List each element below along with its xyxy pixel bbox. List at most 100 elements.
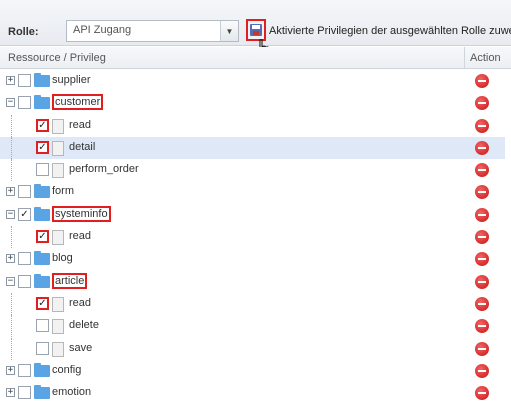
delete-icon[interactable] bbox=[475, 341, 489, 356]
tree-node-label: read bbox=[69, 296, 92, 309]
tree-node-label: article bbox=[52, 272, 88, 289]
tree-node-label: blog bbox=[52, 252, 73, 265]
privilege-checkbox[interactable] bbox=[36, 163, 49, 177]
tree-node-label: read bbox=[69, 230, 92, 243]
folder-icon bbox=[34, 95, 50, 110]
tree-node-resource[interactable]: + config bbox=[0, 360, 505, 382]
role-label: Rolle: bbox=[8, 26, 39, 38]
folder-icon bbox=[34, 273, 50, 288]
privilege-checkbox[interactable]: ✓ bbox=[18, 207, 31, 221]
collapse-icon[interactable]: − bbox=[6, 98, 15, 108]
delete-icon[interactable] bbox=[475, 274, 489, 289]
tree-node-privilege[interactable]: ✓ read bbox=[0, 292, 505, 315]
expand-icon[interactable]: + bbox=[6, 187, 15, 197]
delete-icon[interactable] bbox=[475, 96, 489, 111]
tree-node-label: emotion bbox=[52, 386, 92, 399]
role-select-value: API Zugang bbox=[73, 24, 132, 36]
tree-connector-line bbox=[11, 159, 12, 182]
tree-node-label: systeminfo bbox=[52, 205, 111, 222]
tree-node-privilege[interactable]: save bbox=[0, 337, 505, 360]
tree-node-label: delete bbox=[69, 319, 99, 332]
privilege-checkbox[interactable] bbox=[18, 185, 31, 199]
folder-icon bbox=[34, 206, 50, 221]
delete-icon[interactable] bbox=[475, 118, 489, 133]
privilege-checkbox[interactable]: ✓ bbox=[36, 118, 49, 132]
delete-icon[interactable] bbox=[475, 185, 489, 200]
expand-icon[interactable]: + bbox=[6, 76, 15, 85]
page-icon bbox=[52, 296, 64, 312]
privilege-checkbox[interactable]: ✓ bbox=[36, 296, 49, 310]
delete-icon[interactable] bbox=[475, 296, 489, 311]
tree-connector-line bbox=[11, 292, 12, 315]
tree-node-label: detail bbox=[69, 140, 96, 153]
page-icon bbox=[52, 140, 64, 156]
column-divider bbox=[464, 47, 465, 69]
tree-connector-line bbox=[11, 114, 12, 137]
delete-icon[interactable] bbox=[475, 363, 489, 378]
collapse-icon[interactable]: − bbox=[6, 276, 15, 286]
delete-icon[interactable] bbox=[475, 230, 489, 245]
folder-icon bbox=[34, 362, 50, 377]
column-header-resource[interactable]: Ressource / Privileg bbox=[8, 52, 106, 64]
collapse-icon[interactable]: − bbox=[6, 209, 15, 219]
tree-node-label: supplier bbox=[52, 74, 91, 86]
tree-connector-line bbox=[11, 337, 12, 360]
tree-node-resource[interactable]: + supplier bbox=[0, 70, 505, 92]
folder-icon bbox=[34, 251, 50, 266]
folder-icon bbox=[34, 184, 50, 199]
privilege-checkbox[interactable]: ✓ bbox=[36, 230, 49, 244]
privilege-checkbox[interactable] bbox=[18, 74, 31, 87]
tree-node-privilege[interactable]: delete bbox=[0, 315, 505, 338]
delete-icon[interactable] bbox=[475, 252, 489, 267]
tree-node-label: config bbox=[52, 363, 82, 376]
expand-icon[interactable]: + bbox=[6, 254, 15, 264]
page-icon bbox=[52, 319, 64, 335]
column-header-action[interactable]: Action bbox=[470, 52, 501, 64]
page-icon bbox=[52, 163, 64, 179]
privilege-checkbox[interactable] bbox=[18, 274, 31, 288]
privilege-checkbox[interactable] bbox=[18, 363, 31, 377]
tree-node-resource[interactable]: + blog bbox=[0, 248, 505, 270]
tree-node-privilege[interactable]: perform_order bbox=[0, 159, 505, 182]
tree-node-resource[interactable]: − customer bbox=[0, 92, 505, 114]
privilege-checkbox[interactable]: ✓ bbox=[36, 140, 49, 154]
privilege-tree: + supplier − customer ✓ read ✓ detail perform_or… bbox=[0, 70, 511, 404]
save-hint-text: Aktivierte Privilegien der ausgewählten … bbox=[269, 25, 511, 37]
tree-node-label: read bbox=[69, 118, 92, 131]
tree-node-resource[interactable]: − article bbox=[0, 271, 505, 293]
tree-node-resource[interactable]: + form bbox=[0, 181, 505, 203]
tree-node-label: customer bbox=[52, 94, 104, 111]
expand-icon[interactable]: + bbox=[6, 365, 15, 375]
role-select[interactable]: API Zugang ▼ bbox=[66, 20, 239, 42]
tree-node-resource[interactable]: + emotion bbox=[0, 382, 505, 404]
privilege-checkbox[interactable] bbox=[18, 386, 31, 400]
tree-node-label: form bbox=[52, 185, 74, 198]
save-button[interactable] bbox=[246, 19, 266, 41]
delete-icon[interactable] bbox=[475, 319, 489, 334]
tree-connector-line bbox=[11, 136, 12, 159]
grid-header: Ressource / Privileg Action bbox=[0, 47, 511, 69]
page-icon bbox=[52, 341, 64, 357]
tree-node-privilege[interactable]: ✓ read bbox=[0, 226, 505, 249]
delete-icon[interactable] bbox=[475, 207, 489, 222]
expand-icon[interactable]: + bbox=[6, 388, 15, 398]
folder-icon bbox=[34, 385, 50, 400]
tree-node-resource[interactable]: − ✓ systeminfo bbox=[0, 204, 505, 226]
tree-node-privilege[interactable]: ✓ read bbox=[0, 114, 505, 137]
chevron-down-icon[interactable]: ▼ bbox=[220, 21, 238, 41]
privilege-checkbox[interactable] bbox=[18, 252, 31, 266]
delete-icon[interactable] bbox=[475, 386, 489, 401]
page-icon bbox=[52, 118, 64, 134]
delete-icon[interactable] bbox=[475, 74, 489, 88]
toolbar: Rolle: API Zugang ▼ Aktivierte Privilegi… bbox=[0, 0, 511, 59]
tree-node-privilege[interactable]: ✓ detail bbox=[0, 136, 505, 160]
page-icon bbox=[52, 230, 64, 246]
tree-connector-line bbox=[11, 226, 12, 249]
privilege-checkbox[interactable] bbox=[18, 96, 31, 110]
delete-icon[interactable] bbox=[475, 163, 489, 178]
privilege-checkbox[interactable] bbox=[36, 319, 49, 333]
privilege-checkbox[interactable] bbox=[36, 341, 49, 355]
floppy-disk-icon bbox=[250, 24, 262, 36]
delete-icon[interactable] bbox=[475, 140, 489, 155]
tree-node-label: perform_order bbox=[69, 163, 139, 176]
